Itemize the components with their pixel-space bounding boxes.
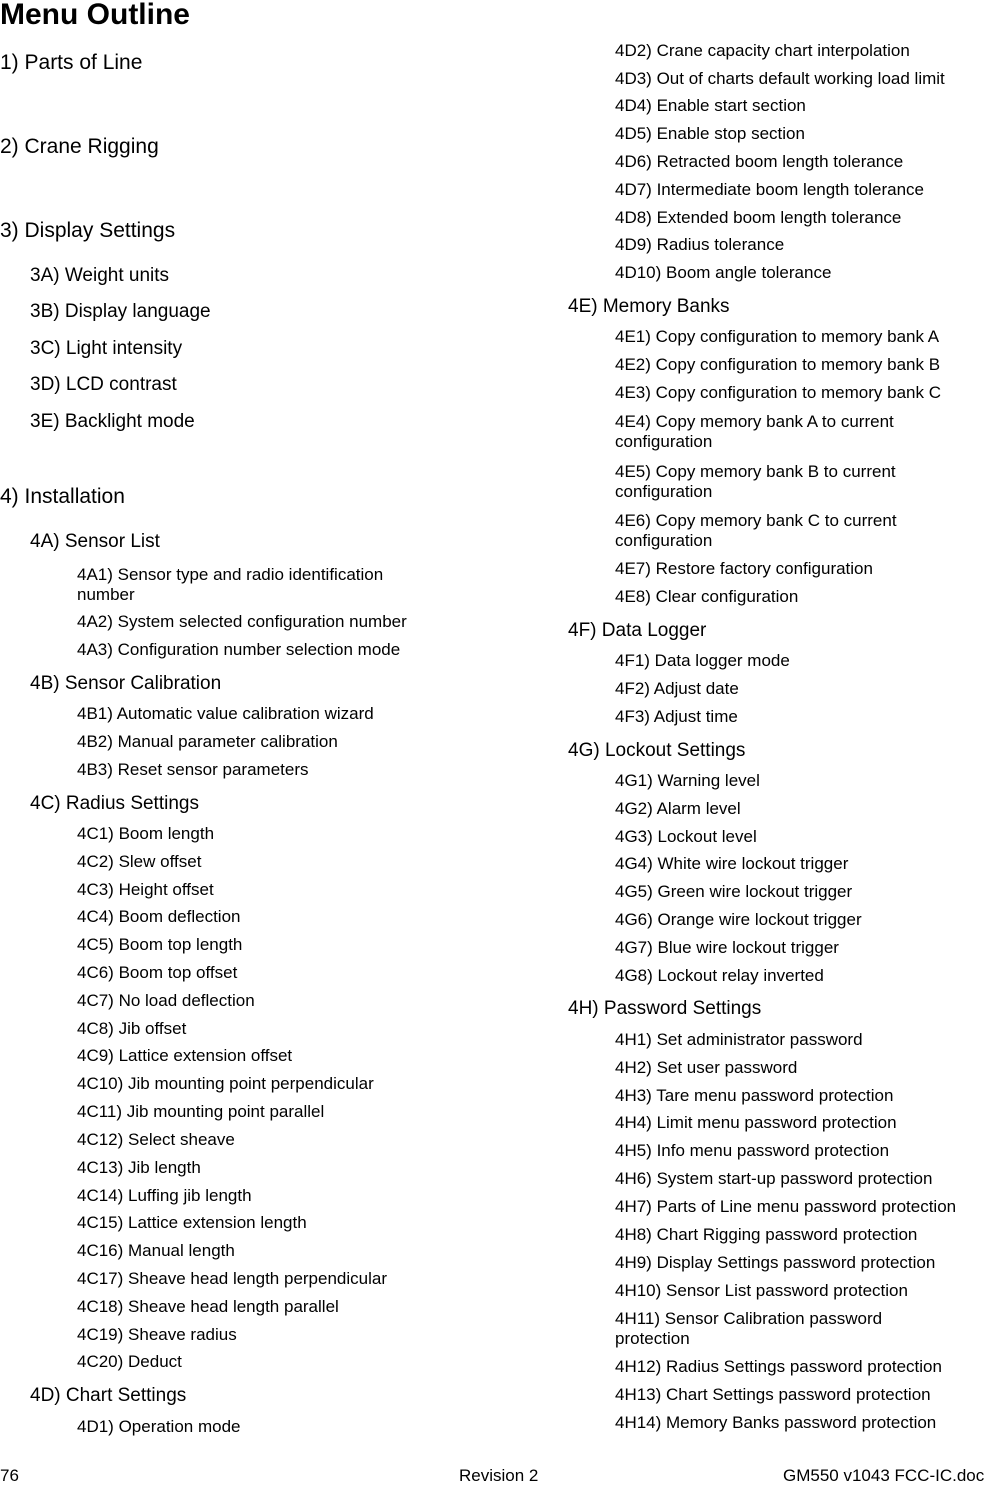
menu-item: 4H8) Chart Rigging password protection	[615, 1225, 918, 1244]
menu-item: 4C15) Lattice extension length	[77, 1213, 307, 1232]
menu-section: 4) Installation	[0, 485, 125, 508]
menu-item: 4H2) Set user password	[615, 1058, 798, 1077]
menu-item: 4G1) Warning level	[615, 771, 760, 790]
menu-item: 4H1) Set administrator password	[615, 1030, 863, 1049]
menu-item: 4F3) Adjust time	[615, 707, 738, 726]
menu-item: 4D2) Crane capacity chart interpolation	[615, 41, 910, 60]
menu-item: 4C7) No load deflection	[77, 991, 255, 1010]
menu-subsection: 3E) Backlight mode	[30, 411, 195, 432]
menu-item: 4C5) Boom top length	[77, 935, 243, 954]
menu-item: 4E3) Copy configuration to memory bank C	[615, 383, 941, 402]
footer-filename: GM550 v1043 FCC-IC.doc	[783, 1466, 985, 1485]
menu-item: 4E6) Copy memory bank C to current confi…	[615, 511, 897, 550]
menu-subsection: 4C) Radius Settings	[30, 793, 199, 814]
menu-item: 4H6) System start-up password protection	[615, 1169, 933, 1188]
menu-subsection: 4D) Chart Settings	[30, 1385, 187, 1406]
menu-item: 4D6) Retracted boom length tolerance	[615, 152, 904, 171]
footer-page-number: 76	[0, 1466, 19, 1485]
menu-item: 4D8) Extended boom length tolerance	[615, 208, 902, 227]
menu-item: 4C4) Boom deflection	[77, 907, 241, 926]
menu-item: 4C2) Slew offset	[77, 852, 202, 871]
menu-subsection: 3D) LCD contrast	[30, 374, 177, 395]
menu-item: 4D4) Enable start section	[615, 96, 806, 115]
menu-item: 4H10) Sensor List password protection	[615, 1281, 908, 1300]
menu-item: 4G4) White wire lockout trigger	[615, 854, 849, 873]
menu-item: 4C13) Jib length	[77, 1158, 201, 1177]
menu-subsection: 3A) Weight units	[30, 265, 170, 286]
menu-item: 4H12) Radius Settings password protectio…	[615, 1357, 942, 1376]
menu-item: 4C20) Deduct	[77, 1352, 182, 1371]
menu-item: 4D7) Intermediate boom length tolerance	[615, 180, 925, 199]
menu-subsection: 4B) Sensor Calibration	[30, 673, 222, 694]
menu-item: 4E2) Copy configuration to memory bank B	[615, 355, 941, 374]
menu-item: 4C18) Sheave head length parallel	[77, 1297, 339, 1316]
menu-section: 2) Crane Rigging	[0, 135, 159, 158]
menu-item: 4A1) Sensor type and radio identificatio…	[77, 565, 384, 604]
menu-item: 4E5) Copy memory bank B to current confi…	[615, 462, 896, 501]
menu-item: 4E7) Restore factory configuration	[615, 559, 873, 578]
menu-item: 4G8) Lockout relay inverted	[615, 966, 824, 985]
menu-item: 4E8) Clear configuration	[615, 587, 799, 606]
menu-item: 4C6) Boom top offset	[77, 963, 238, 982]
menu-subsection: 4F) Data Logger	[568, 620, 707, 641]
menu-item: 4H4) Limit menu password protection	[615, 1113, 897, 1132]
menu-item: 4C11) Jib mounting point parallel	[77, 1102, 325, 1121]
menu-item: 4C3) Height offset	[77, 880, 214, 899]
menu-item: 4H5) Info menu password protection	[615, 1141, 890, 1160]
menu-item: 4A2) System selected configuration numbe…	[77, 612, 407, 631]
menu-subsection: 3B) Display language	[30, 301, 211, 322]
page-title: Menu Outline	[0, 0, 190, 31]
menu-item: 4D5) Enable stop section	[615, 124, 805, 143]
menu-item: 4H9) Display Settings password protectio…	[615, 1253, 936, 1272]
menu-item: 4C8) Jib offset	[77, 1019, 187, 1038]
menu-item: 4H11) Sensor Calibration password protec…	[615, 1309, 883, 1348]
menu-section: 3) Display Settings	[0, 219, 176, 242]
menu-item: 4C10) Jib mounting point perpendicular	[77, 1074, 374, 1093]
menu-subsection: 4G) Lockout Settings	[568, 740, 746, 761]
menu-item: 4H13) Chart Settings password protection	[615, 1385, 931, 1404]
menu-item: 4C12) Select sheave	[77, 1130, 235, 1149]
footer-revision: Revision 2	[459, 1466, 539, 1485]
menu-subsection: 4E) Memory Banks	[568, 296, 730, 317]
menu-item: 4C17) Sheave head length perpendicular	[77, 1269, 388, 1288]
menu-item: 4G3) Lockout level	[615, 827, 757, 846]
menu-item: 4C1) Boom length	[77, 824, 215, 843]
menu-item: 4D9) Radius tolerance	[615, 235, 785, 254]
menu-item: 4C16) Manual length	[77, 1241, 235, 1260]
menu-subsection: 4H) Password Settings	[568, 998, 762, 1019]
menu-item: 4H7) Parts of Line menu password protect…	[615, 1197, 957, 1216]
menu-subsection: 3C) Light intensity	[30, 338, 183, 359]
menu-item: 4G5) Green wire lockout trigger	[615, 882, 853, 901]
menu-item: 4B1) Automatic value calibration wizard	[77, 704, 374, 723]
menu-item: 4E4) Copy memory bank A to current confi…	[615, 412, 894, 451]
menu-item: 4C19) Sheave radius	[77, 1325, 237, 1344]
menu-subsection: 4A) Sensor List	[30, 531, 160, 552]
menu-item: 4E1) Copy configuration to memory bank A	[615, 327, 940, 346]
menu-item: 4B2) Manual parameter calibration	[77, 732, 338, 751]
menu-item: 4G6) Orange wire lockout trigger	[615, 910, 862, 929]
menu-item: 4C9) Lattice extension offset	[77, 1046, 293, 1065]
menu-item: 4D3) Out of charts default working load …	[615, 69, 945, 88]
menu-item: 4A3) Configuration number selection mode	[77, 640, 401, 659]
menu-item: 4D10) Boom angle tolerance	[615, 263, 832, 282]
menu-item: 4F2) Adjust date	[615, 679, 739, 698]
menu-item: 4G2) Alarm level	[615, 799, 741, 818]
menu-item: 4H3) Tare menu password protection	[615, 1086, 894, 1105]
menu-item: 4F1) Data logger mode	[615, 651, 790, 670]
menu-item: 4D1) Operation mode	[77, 1417, 241, 1436]
menu-item: 4G7) Blue wire lockout trigger	[615, 938, 839, 957]
menu-section: 1) Parts of Line	[0, 51, 143, 74]
menu-item: 4H14) Memory Banks password protection	[615, 1413, 937, 1432]
menu-item: 4B3) Reset sensor parameters	[77, 760, 309, 779]
menu-item: 4C14) Luffing jib length	[77, 1186, 252, 1205]
